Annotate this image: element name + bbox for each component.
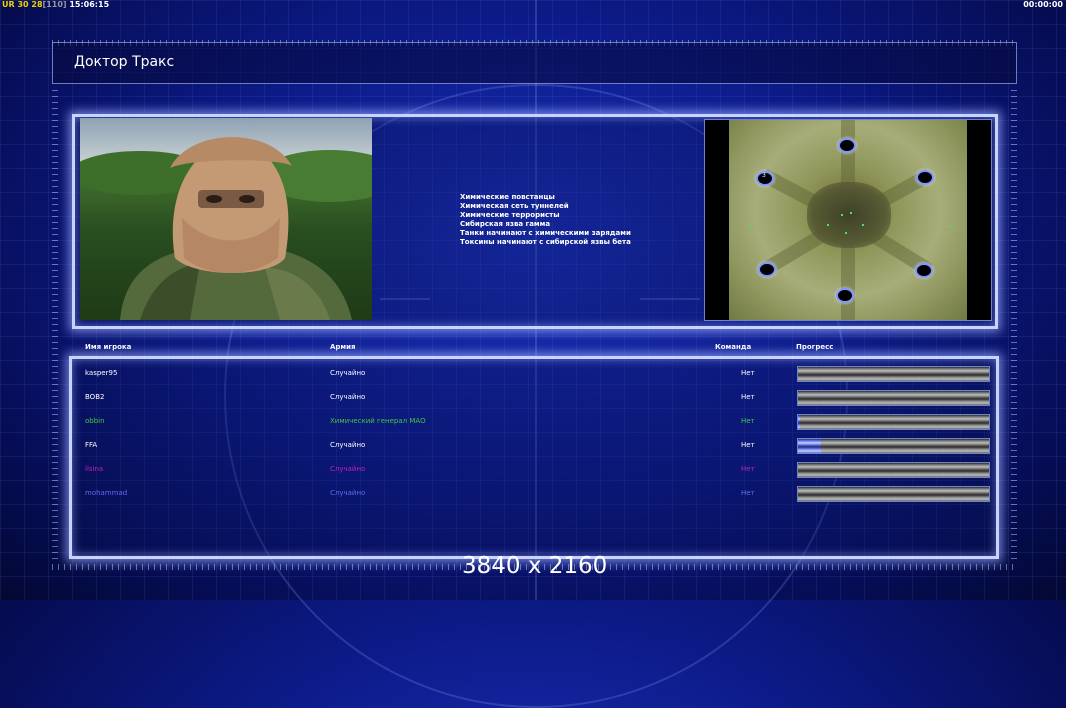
minimap-unit-dot <box>749 226 751 228</box>
player-team: Нет <box>741 441 755 449</box>
column-header-progress: Прогресс <box>796 343 834 351</box>
player-army: Случайно <box>330 441 366 449</box>
general-portrait <box>80 118 372 320</box>
overlay-clock: 15:06:15 <box>69 0 110 9</box>
start-position-marker[interactable] <box>836 288 854 303</box>
minimap-unit-dot <box>841 214 843 216</box>
minimap-unit-dot <box>827 224 829 226</box>
start-position-marker[interactable] <box>838 138 856 153</box>
player-row: FFA Случайно Нет <box>0 438 1066 454</box>
loading-progress-bar <box>797 390 990 406</box>
general-portrait-image <box>80 136 372 320</box>
resolution-watermark: 3840 x 2160 <box>462 553 608 579</box>
column-header-army: Армия <box>330 343 356 351</box>
window-title: Доктор Тракс <box>74 54 175 70</box>
player-name: FFA <box>85 441 98 449</box>
loading-progress-bar <box>797 486 990 502</box>
player-army: Химический генерал МАО <box>330 417 426 425</box>
player-name: BOB2 <box>85 393 105 401</box>
trait-line: Химическая сеть туннелей <box>460 202 569 210</box>
minimap-unit-dot <box>850 212 852 214</box>
player-row: obbin Химический генерал МАО Нет <box>0 414 1066 430</box>
minimap-unit-dot <box>845 232 847 234</box>
trait-line: Токсины начинают с сибирской язвы бета <box>460 238 631 246</box>
player-team: Нет <box>741 393 755 401</box>
start-position-number: 3 <box>762 172 766 179</box>
player-row: kasper95 Случайно Нет <box>0 366 1066 382</box>
player-row: BOB2 Случайно Нет <box>0 390 1066 406</box>
minimap-center-crater <box>807 182 891 248</box>
trait-line: Танки начинают с химическими зарядами <box>460 229 631 237</box>
player-name: obbin <box>85 417 105 425</box>
trait-line: Химические повстанцы <box>460 193 555 201</box>
player-army: Случайно <box>330 465 366 473</box>
start-position-marker[interactable] <box>916 170 934 185</box>
player-row: mohammad Случайно Нет <box>0 486 1066 502</box>
overlay-fps: 30 <box>17 0 29 9</box>
loading-progress-bar <box>797 414 990 430</box>
player-army: Случайно <box>330 369 366 377</box>
loading-progress-bar <box>797 438 990 454</box>
start-position-marker[interactable] <box>915 263 933 278</box>
player-army: Случайно <box>330 489 366 497</box>
player-name: kasper95 <box>85 369 118 377</box>
fps-overlay: UR 30 28[110] 15:06:15 <box>2 0 109 10</box>
overlay-frames: 28 <box>31 0 43 9</box>
loading-progress-fill <box>798 415 800 429</box>
overlay-bracket: [110] <box>42 0 67 9</box>
player-team: Нет <box>741 489 755 497</box>
loading-progress-bar <box>797 462 990 478</box>
trait-line: Сибирская язва гамма <box>460 220 551 228</box>
loading-progress-bar <box>797 366 990 382</box>
map-preview: 3 <box>704 119 992 321</box>
player-team: Нет <box>741 369 755 377</box>
player-team: Нет <box>741 465 755 473</box>
player-name: ilsina <box>85 465 104 473</box>
start-position-marker[interactable] <box>758 262 776 277</box>
loading-progress-fill <box>798 439 821 453</box>
minimap-unit-dot <box>949 226 951 228</box>
players-panel <box>69 356 999 559</box>
player-row: ilsina Случайно Нет <box>0 462 1066 478</box>
column-header-team: Команда <box>715 343 752 351</box>
window-title-bar: Доктор Тракс <box>52 42 1017 84</box>
start-position-marker[interactable]: 3 <box>756 171 774 186</box>
trait-line: Химические террористы <box>460 211 560 219</box>
column-header-player: Имя игрока <box>85 343 132 351</box>
minimap: 3 <box>729 120 967 320</box>
overlay-timer: 00:00:00 <box>1023 0 1063 9</box>
player-team: Нет <box>741 417 755 425</box>
overlay-tag: UR <box>2 0 15 9</box>
player-army: Случайно <box>330 393 366 401</box>
general-traits-list: Химические повстанцы Химическая сеть тун… <box>460 193 631 247</box>
minimap-unit-dot <box>862 224 864 226</box>
player-name: mohammad <box>85 489 128 497</box>
